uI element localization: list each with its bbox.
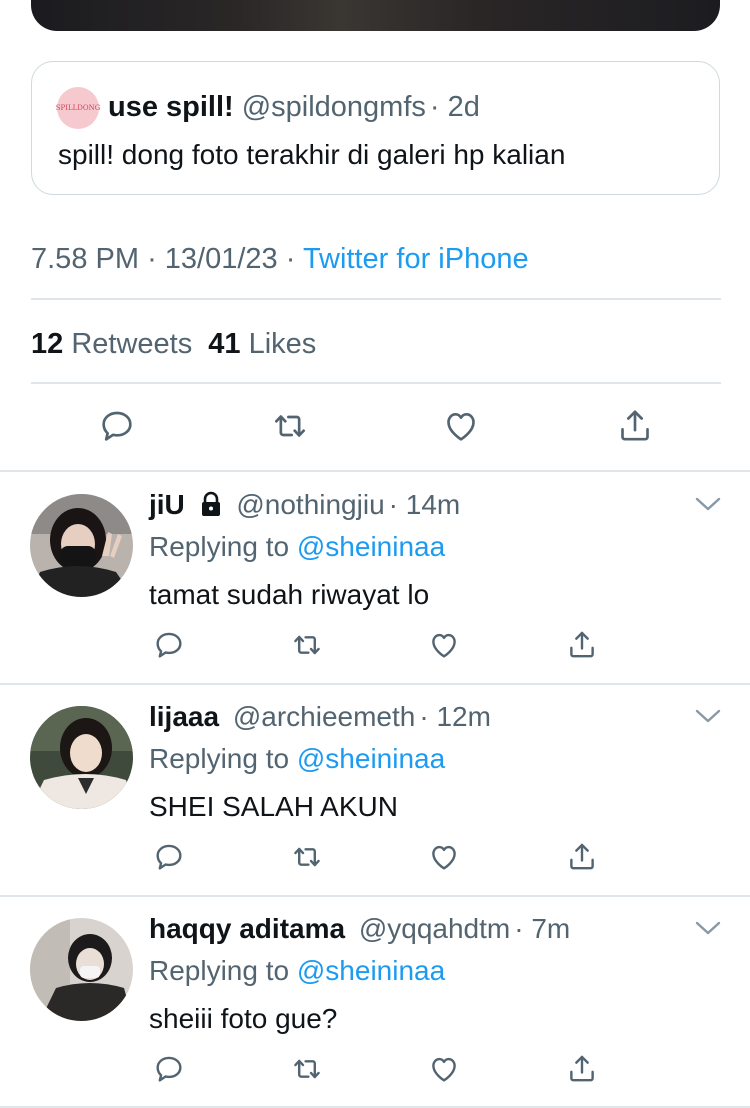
replying-to-line: Replying to @sheininaa xyxy=(149,530,445,564)
quoted-tweet-time: · 2d xyxy=(429,91,480,123)
retweet-icon[interactable] xyxy=(290,840,324,874)
share-icon[interactable] xyxy=(565,1052,599,1086)
replying-to-label: Replying to xyxy=(149,531,290,562)
quoted-tweet-card[interactable]: SPILLDONG use spill! @spildongmfs · 2d spi… xyxy=(31,61,720,195)
replying-to-mention[interactable]: @sheininaa xyxy=(297,955,445,986)
reply-icon[interactable] xyxy=(97,406,137,446)
share-icon[interactable] xyxy=(615,406,655,446)
tweet-media-image[interactable] xyxy=(31,0,720,31)
tweet-action-bar xyxy=(0,406,750,446)
like-icon[interactable] xyxy=(427,628,461,662)
quoted-tweet-handle: @spildongmfs xyxy=(241,91,426,123)
retweet-icon[interactable] xyxy=(290,1052,324,1086)
divider xyxy=(31,382,721,384)
quoted-tweet-text: spill! dong foto terakhir di galeri hp k… xyxy=(58,139,566,170)
reply-header: haqqy aditama @yqqahdtm · 7m xyxy=(149,912,570,946)
reply-text: sheiii foto gue? xyxy=(149,1003,338,1034)
retweet-icon[interactable] xyxy=(290,628,324,662)
share-icon[interactable] xyxy=(565,840,599,874)
chevron-down-icon[interactable] xyxy=(694,918,722,938)
tweet-stats: 12 Retweets 41 Likes xyxy=(31,326,316,362)
avatar[interactable] xyxy=(30,918,133,1021)
quoted-tweet-name: use spill! xyxy=(108,91,234,123)
reply-text: SHEI SALAH AKUN xyxy=(149,791,398,822)
reply-time: · 14m xyxy=(388,489,461,520)
like-icon[interactable] xyxy=(427,1052,461,1086)
retweets-count[interactable]: 12 xyxy=(31,328,63,360)
quoted-tweet-avatar: SPILLDONG xyxy=(55,87,101,129)
tweet-time: 7.58 PM xyxy=(31,243,139,275)
reply-action-bar xyxy=(0,1052,750,1092)
reply-icon[interactable] xyxy=(152,628,186,662)
reply-action-bar xyxy=(0,628,750,668)
replying-to-line: Replying to @sheininaa xyxy=(149,742,445,776)
reply-time: · 12m xyxy=(419,701,491,732)
reply-header: lijaaa @archieemeth · 12m xyxy=(149,700,491,734)
like-icon[interactable] xyxy=(427,840,461,874)
reply-display-name[interactable]: lijaaa xyxy=(149,701,219,732)
retweet-icon[interactable] xyxy=(270,406,310,446)
chevron-down-icon[interactable] xyxy=(694,706,722,726)
reply-tweet[interactable]: jiU @nothingjiu · 14m Replying to @sheini… xyxy=(0,472,750,684)
reply-icon[interactable] xyxy=(152,840,186,874)
reply-handle[interactable]: @nothingjiu xyxy=(236,489,384,520)
quoted-tweet-header: use spill! @spildongmfs · 2d xyxy=(108,90,480,124)
reply-tweet[interactable]: lijaaa @archieemeth · 12m Replying to @sh… xyxy=(0,684,750,896)
chevron-down-icon[interactable] xyxy=(694,494,722,514)
tweet-timestamp-line: 7.58 PM · 13/01/23 · Twitter for iPhone xyxy=(31,241,529,277)
avatar[interactable] xyxy=(30,494,133,597)
reply-time: · 7m xyxy=(514,913,571,944)
reply-header: jiU @nothingjiu · 14m xyxy=(149,488,460,525)
share-icon[interactable] xyxy=(565,628,599,662)
reply-tweet[interactable]: haqqy aditama @yqqahdtm · 7m Replying to … xyxy=(0,896,750,1108)
likes-count[interactable]: 41 xyxy=(208,328,240,360)
reply-handle[interactable]: @yqqahdtm xyxy=(359,913,510,944)
tweet-source-link[interactable]: Twitter for iPhone xyxy=(303,243,529,275)
divider xyxy=(0,1106,750,1108)
replying-to-label: Replying to xyxy=(149,955,290,986)
replying-to-mention[interactable]: @sheininaa xyxy=(297,531,445,562)
reply-action-bar xyxy=(0,840,750,880)
likes-label[interactable]: Likes xyxy=(249,328,317,360)
avatar[interactable] xyxy=(30,706,133,809)
replying-to-label: Replying to xyxy=(149,743,290,774)
tweet-date: · 13/01/23 · xyxy=(147,243,296,275)
reply-text: tamat sudah riwayat lo xyxy=(149,579,430,610)
quoted-avatar-logo-text: SPILLDONG xyxy=(55,104,101,112)
reply-icon[interactable] xyxy=(152,1052,186,1086)
lock-icon xyxy=(199,491,223,525)
like-icon[interactable] xyxy=(441,406,481,446)
reply-display-name[interactable]: haqqy aditama xyxy=(149,913,345,944)
retweets-label[interactable]: Retweets xyxy=(71,328,192,360)
replying-to-line: Replying to @sheininaa xyxy=(149,954,445,988)
divider xyxy=(31,298,721,300)
replying-to-mention[interactable]: @sheininaa xyxy=(297,743,445,774)
reply-display-name[interactable]: jiU xyxy=(149,489,185,520)
reply-handle[interactable]: @archieemeth xyxy=(233,701,416,732)
